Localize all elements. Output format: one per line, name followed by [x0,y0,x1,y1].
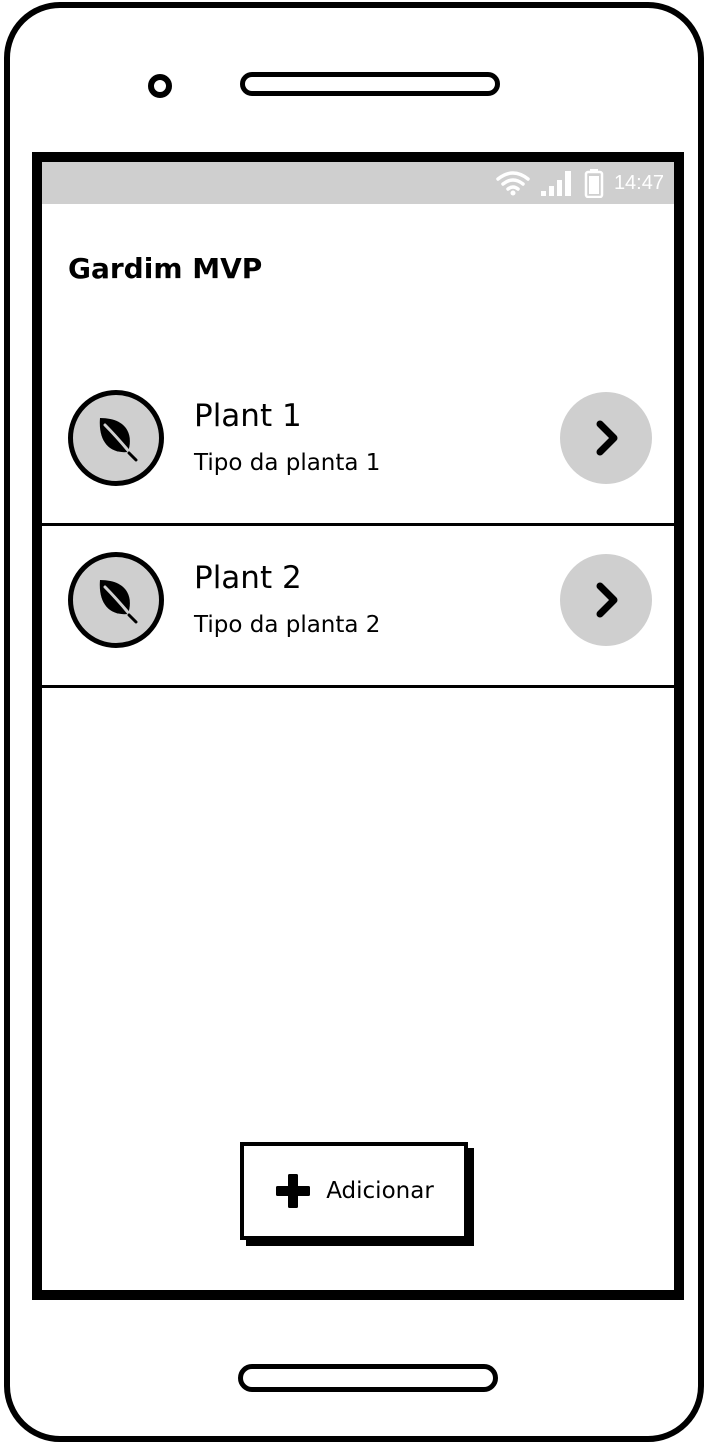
leaf-icon [99,580,138,624]
list-divider [42,685,674,688]
plant-list-item[interactable]: Plant 1 Tipo da planta 1 [42,364,674,526]
add-button-label: Adicionar [326,1178,434,1204]
open-plant-button[interactable] [560,392,652,484]
plant-type: Tipo da planta 2 [194,612,381,638]
home-bar [238,1364,498,1392]
battery-icon [584,169,604,198]
plant-avatar [68,390,164,486]
plant-type: Tipo da planta 1 [194,450,381,476]
app-title: Gardim MVP [68,252,263,285]
add-plant-button[interactable]: Adicionar [240,1142,468,1240]
status-time: 14:47 [613,171,664,194]
plant-name: Plant 2 [194,560,302,596]
plant-list-item[interactable]: Plant 2 Tipo da planta 2 [42,526,674,688]
chevron-right-icon [596,420,618,456]
plant-avatar [68,552,164,648]
open-plant-button[interactable] [560,554,652,646]
plus-icon [276,1174,311,1208]
device-screen: 14:47 Gardim MVP Plant 1 Tipo da planta … [32,152,684,1300]
leaf-icon [99,418,138,462]
status-bar: 14:47 [42,162,674,204]
chevron-right-icon [596,582,618,618]
plant-name: Plant 1 [194,398,302,434]
wifi-icon [496,171,530,196]
camera-icon [148,74,172,98]
earpiece-speaker [240,72,500,96]
signal-icon [540,171,571,196]
